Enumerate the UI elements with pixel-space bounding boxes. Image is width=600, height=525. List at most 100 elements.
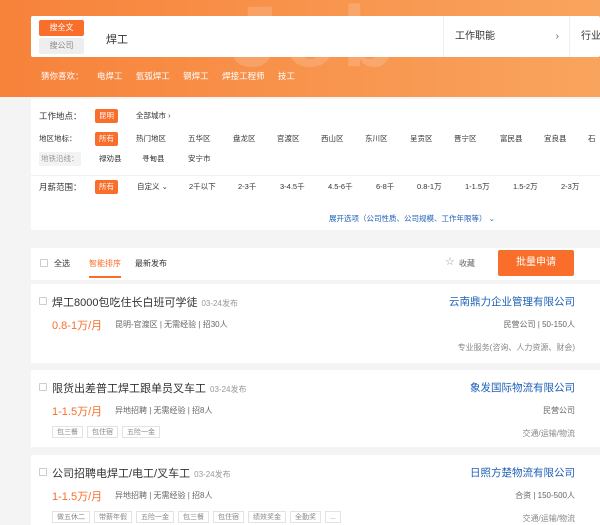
salary-custom[interactable]: 自定义 ⌄: [137, 180, 168, 194]
job-tag: 包住宿: [87, 426, 118, 438]
salary-option[interactable]: 2-3万: [561, 180, 579, 194]
job-tag: 绩效奖金: [248, 511, 286, 523]
job-title[interactable]: 焊工8000包吃住长白班可学徒 03-24发布: [52, 294, 238, 310]
district-label: 地区地标：: [39, 134, 77, 143]
batch-apply-button[interactable]: 批量申请: [498, 250, 574, 276]
job-tag: 全勤奖: [290, 511, 321, 523]
search-type-company[interactable]: 搜公司: [39, 38, 84, 54]
industry-select[interactable]: 行业: [569, 16, 600, 57]
district-option[interactable]: 五华区: [188, 132, 211, 146]
district-option[interactable]: 西山区: [321, 132, 344, 146]
guess-item[interactable]: 电焊工: [97, 71, 123, 81]
district-option[interactable]: 所有: [95, 132, 118, 146]
metro-label[interactable]: 地铁沿线：: [39, 152, 81, 166]
district-option[interactable]: 官渡区: [277, 132, 300, 146]
guess-label: 猜你喜欢：: [41, 71, 84, 81]
job-tag: 包住宿: [213, 511, 244, 523]
expand-options-link[interactable]: 展开选项（公司性质、公司规模、工作年限等） ⌄: [329, 212, 495, 226]
job-checkbox[interactable]: [39, 297, 47, 305]
job-title[interactable]: 公司招聘电焊工/电工/叉车工 03-24发布: [52, 465, 231, 481]
guess-you-like: 猜你喜欢： 电焊工 氩弧焊工 钢焊工 焊接工程师 技工: [41, 70, 306, 82]
job-tag: 五险一金: [122, 426, 160, 438]
salary-option[interactable]: 2千以下: [189, 180, 216, 194]
search-bar: 搜全文 搜公司 焊工 工作职能 › 行业: [31, 16, 600, 57]
job-time: 03-24发布: [194, 470, 231, 479]
job-card[interactable]: 焊工8000包吃住长白班可学徒 03-24发布 0.8-1万/月 昆明-官渡区 |…: [31, 284, 600, 363]
salary-option[interactable]: 2-3千: [238, 180, 256, 194]
filter-panel: 工作地点： 昆明 全部城市 › 地区地标： 所有 热门地区 五华区 盘龙区 官渡…: [31, 99, 600, 230]
district-option[interactable]: 晋宁区: [454, 132, 477, 146]
salary-option[interactable]: 1-1.5万: [465, 180, 490, 194]
job-card[interactable]: 公司招聘电焊工/电工/叉车工 03-24发布 1-1.5万/月 异地招聘 | 无需…: [31, 455, 600, 525]
company-industry: 专业服务(咨询、人力资源、财会): [457, 343, 575, 352]
metro-row: 地铁沿线： 禄劝县 寻甸县 安宁市: [31, 152, 600, 166]
salary-label: 月薪范围：: [39, 182, 82, 192]
district-option[interactable]: 呈贡区: [410, 132, 433, 146]
guess-item[interactable]: 焊接工程师: [222, 71, 265, 81]
company-meta: 民营公司 | 50-150人: [503, 320, 575, 329]
salary-option[interactable]: 所有: [95, 180, 118, 194]
district-row: 地区地标： 所有 热门地区 五华区 盘龙区 官渡区 西山区 东川区 呈贡区 晋宁…: [31, 132, 600, 146]
salary-option[interactable]: 1.5-2万: [513, 180, 538, 194]
tab-newest[interactable]: 最新发布: [135, 258, 167, 269]
district-option[interactable]: 热门地区: [136, 132, 166, 146]
job-checkbox[interactable]: [39, 383, 47, 391]
salary-option[interactable]: 0.8-1万: [417, 180, 442, 194]
job-salary: 1-1.5万/月: [52, 406, 103, 418]
job-info: 异地招聘 | 无需经验 | 招8人: [115, 491, 213, 500]
job-salary: 0.8-1万/月: [52, 320, 103, 332]
metro-option[interactable]: 安宁市: [188, 152, 211, 166]
district-option[interactable]: 富民县: [500, 132, 523, 146]
job-tag: 包三餐: [52, 426, 83, 438]
job-card[interactable]: 限货出差普工焊工跟单员叉车工 03-24发布 1-1.5万/月 异地招聘 | 无需…: [31, 370, 600, 447]
chevron-down-icon: ⌄: [488, 214, 495, 223]
star-icon[interactable]: ☆: [445, 255, 455, 268]
salary-option[interactable]: 6-8千: [376, 180, 394, 194]
metro-option[interactable]: 禄劝县: [99, 152, 122, 166]
expand-options-label: 展开选项（公司性质、公司规模、工作年限等）: [329, 214, 487, 223]
guess-item[interactable]: 钢焊工: [183, 71, 209, 81]
favorite-button[interactable]: 收藏: [459, 258, 475, 269]
divider: [31, 175, 600, 176]
job-time: 03-24发布: [201, 299, 238, 308]
job-tag: ...: [325, 511, 341, 523]
location-selected[interactable]: 昆明: [95, 109, 118, 123]
results-toolbar: 全选 智能排序 最新发布 ☆ 收藏 批量申请: [31, 248, 600, 280]
company-name[interactable]: 日照方楚物流有限公司: [470, 465, 575, 480]
select-all-checkbox[interactable]: [40, 259, 48, 267]
job-time: 03-24发布: [210, 385, 247, 394]
district-option[interactable]: 宜良县: [544, 132, 567, 146]
job-tag: 做五休二: [52, 511, 90, 523]
job-function-select[interactable]: 工作职能 ›: [443, 16, 569, 57]
company-name[interactable]: 云南鼎力企业管理有限公司: [449, 294, 575, 309]
job-info: 异地招聘 | 无需经验 | 招8人: [115, 406, 213, 415]
location-row: 工作地点： 昆明 全部城市 ›: [31, 109, 600, 123]
company-industry: 交通/运输/物流: [522, 429, 575, 438]
metro-option[interactable]: 寻甸县: [142, 152, 165, 166]
tab-smart-sort[interactable]: 智能排序: [89, 258, 121, 278]
salary-option[interactable]: 3-4.5千: [280, 180, 305, 194]
job-tag: 带薪年假: [94, 511, 132, 523]
job-salary: 1-1.5万/月: [52, 491, 103, 503]
job-title-text: 公司招聘电焊工/电工/叉车工: [52, 468, 191, 480]
search-input[interactable]: 焊工: [106, 31, 128, 47]
salary-option[interactable]: 4.5-6千: [328, 180, 353, 194]
chevron-down-icon: ⌄: [161, 182, 168, 191]
district-option[interactable]: 盘龙区: [233, 132, 256, 146]
district-option[interactable]: 东川区: [365, 132, 388, 146]
job-checkbox[interactable]: [39, 468, 47, 476]
job-tags: 包三餐 包住宿 五险一金: [52, 426, 164, 438]
job-title[interactable]: 限货出差普工焊工跟单员叉车工 03-24发布: [52, 380, 246, 396]
job-tag: 五险一金: [136, 511, 174, 523]
company-name[interactable]: 象发国际物流有限公司: [470, 380, 575, 395]
job-tag: 包三餐: [178, 511, 209, 523]
salary-row: 月薪范围： 所有 自定义 ⌄ 2千以下 2-3千 3-4.5千 4.5-6千 6…: [31, 180, 600, 194]
job-function-label: 工作职能: [455, 31, 495, 42]
search-type-fulltext[interactable]: 搜全文: [39, 20, 84, 36]
job-title-text: 限货出差普工焊工跟单员叉车工: [52, 383, 206, 395]
guess-item[interactable]: 技工: [278, 71, 295, 81]
guess-item[interactable]: 氩弧焊工: [136, 71, 170, 81]
all-cities-link[interactable]: 全部城市 ›: [136, 109, 171, 123]
select-all-label[interactable]: 全选: [54, 258, 70, 269]
district-option[interactable]: 石: [588, 132, 596, 146]
